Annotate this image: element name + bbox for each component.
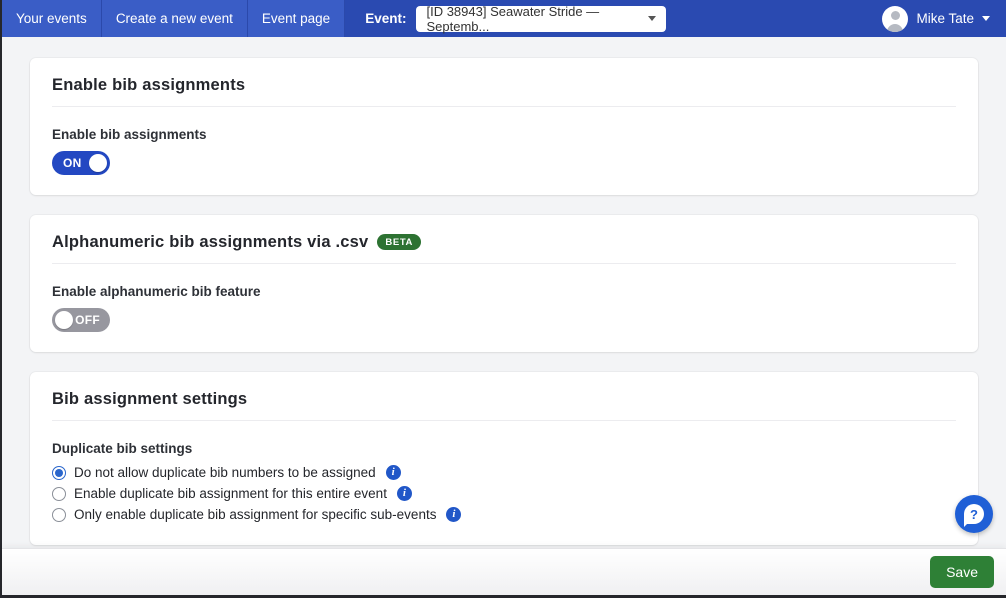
card-title: Enable bib assignments bbox=[52, 76, 245, 94]
enable-bib-label: Enable bib assignments bbox=[52, 127, 956, 143]
card-enable-bib-assignments: Enable bib assignments Enable bib assign… bbox=[30, 58, 978, 195]
chevron-down-icon bbox=[982, 16, 990, 21]
radio-label: Enable duplicate bib assignment for this… bbox=[74, 486, 387, 501]
help-button[interactable]: ? bbox=[955, 495, 993, 533]
question-mark-icon: ? bbox=[970, 508, 978, 521]
card-title: Bib assignment settings bbox=[52, 390, 247, 408]
footer-bar: Save bbox=[2, 548, 1006, 595]
radio-label: Do not allow duplicate bib numbers to be… bbox=[74, 465, 376, 480]
card-bib-assignment-settings: Bib assignment settings Duplicate bib se… bbox=[30, 372, 978, 545]
top-nav-bar: Your events Create a new event Event pag… bbox=[2, 0, 1006, 37]
event-selector-label: Event: bbox=[365, 11, 406, 26]
divider bbox=[52, 106, 956, 107]
info-icon[interactable] bbox=[446, 507, 461, 522]
radio-option-no-duplicates[interactable]: Do not allow duplicate bib numbers to be… bbox=[52, 462, 956, 483]
event-selector-dropdown[interactable]: [ID 38943] Seawater Stride — Septemb... bbox=[416, 6, 666, 32]
toggle-state-label: ON bbox=[63, 156, 82, 170]
user-menu[interactable]: Mike Tate bbox=[882, 0, 1006, 37]
radio-option-duplicates-entire-event[interactable]: Enable duplicate bib assignment for this… bbox=[52, 483, 956, 504]
beta-badge: BETA bbox=[377, 234, 421, 250]
nav-items: Your events Create a new event Event pag… bbox=[2, 0, 345, 37]
divider bbox=[52, 263, 956, 264]
nav-item-your-events[interactable]: Your events bbox=[2, 0, 102, 37]
info-icon[interactable] bbox=[397, 486, 412, 501]
radio-label: Only enable duplicate bib assignment for… bbox=[74, 507, 436, 522]
avatar bbox=[882, 6, 908, 32]
user-icon bbox=[891, 11, 900, 20]
card-title: Alphanumeric bib assignments via .csv bbox=[52, 233, 368, 251]
chevron-down-icon bbox=[648, 16, 656, 21]
duplicate-bib-settings-label: Duplicate bib settings bbox=[52, 441, 956, 456]
toggle-knob bbox=[89, 154, 107, 172]
radio-button[interactable] bbox=[52, 466, 66, 480]
alphanumeric-bib-label: Enable alphanumeric bib feature bbox=[52, 284, 956, 300]
divider bbox=[52, 420, 956, 421]
enable-bib-toggle[interactable]: ON bbox=[52, 151, 110, 175]
help-chat-icon: ? bbox=[964, 504, 984, 524]
info-icon[interactable] bbox=[386, 465, 401, 480]
radio-button[interactable] bbox=[52, 487, 66, 501]
alphanumeric-bib-toggle[interactable]: OFF bbox=[52, 308, 110, 332]
nav-item-create-event[interactable]: Create a new event bbox=[102, 0, 248, 37]
toggle-state-label: OFF bbox=[75, 313, 100, 327]
radio-button[interactable] bbox=[52, 508, 66, 522]
toggle-knob bbox=[55, 311, 73, 329]
user-name: Mike Tate bbox=[916, 11, 974, 26]
card-alphanumeric-bibs: Alphanumeric bib assignments via .csv BE… bbox=[30, 215, 978, 352]
main-content: Enable bib assignments Enable bib assign… bbox=[2, 37, 1006, 545]
event-selector-value: [ID 38943] Seawater Stride — Septemb... bbox=[426, 4, 640, 34]
nav-item-event-page[interactable]: Event page bbox=[248, 0, 345, 37]
save-button[interactable]: Save bbox=[930, 556, 994, 588]
radio-option-duplicates-sub-events[interactable]: Only enable duplicate bib assignment for… bbox=[52, 504, 956, 525]
